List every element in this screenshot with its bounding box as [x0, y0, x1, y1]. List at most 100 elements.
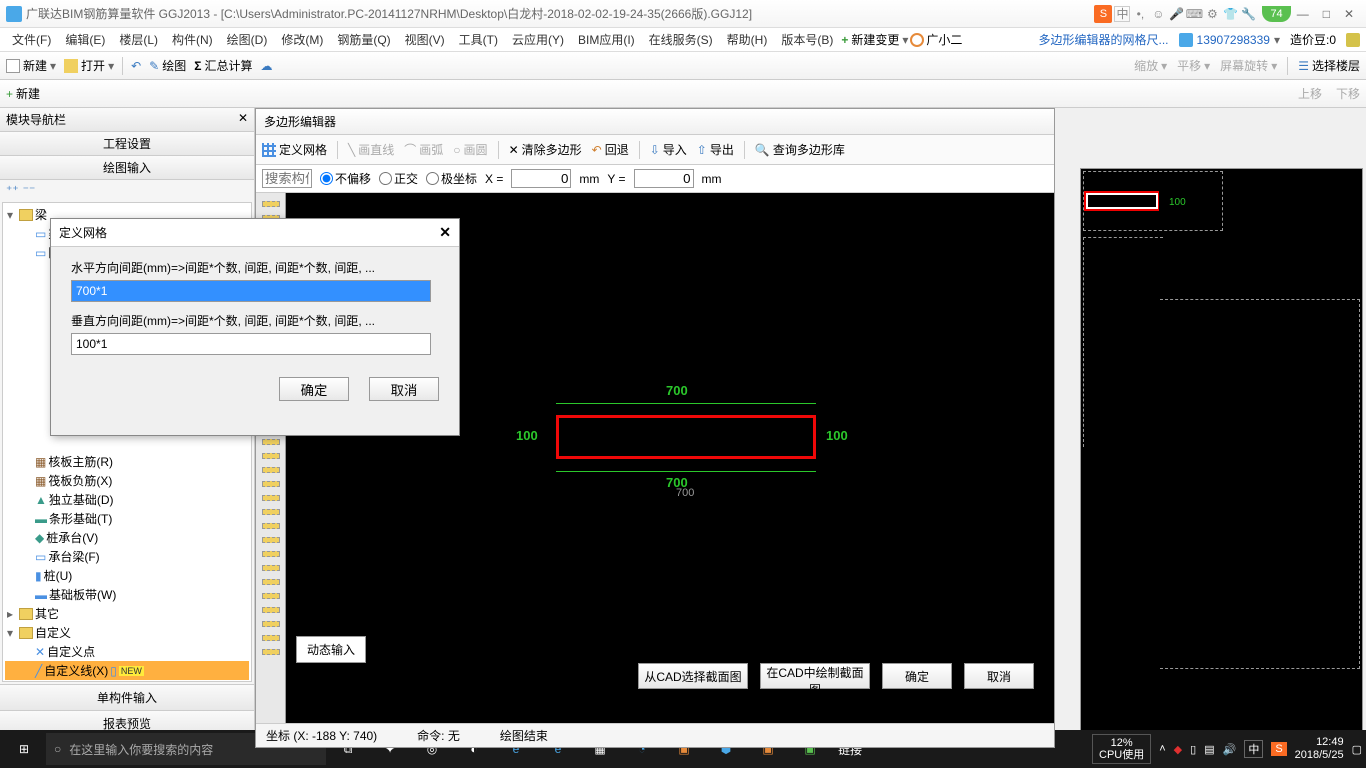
tree-zdy-point[interactable]: ✕自定义点	[5, 642, 249, 661]
menu-help[interactable]: 帮助(H)	[721, 29, 774, 50]
pan-button[interactable]: 平移▾	[1177, 57, 1210, 75]
move-up-button[interactable]: 上移	[1298, 85, 1322, 102]
undo-icon[interactable]: ↶	[131, 59, 141, 73]
h-spacing-input[interactable]	[71, 280, 431, 302]
menu-edit[interactable]: 编辑(E)	[59, 29, 111, 50]
maximize-button[interactable]: □	[1323, 7, 1330, 21]
ime-lang[interactable]: 中	[1114, 6, 1130, 22]
import-button[interactable]: ⇩导入	[650, 141, 687, 158]
menu-tool[interactable]: 工具(T)	[453, 29, 504, 50]
menu-bim[interactable]: BIM应用(I)	[572, 29, 641, 50]
tray-icon-1[interactable]: ◆	[1174, 743, 1182, 756]
preview-panel[interactable]: 100	[1080, 168, 1363, 743]
opt-no-offset[interactable]: 不偏移	[320, 170, 371, 187]
minimize-button[interactable]: —	[1297, 7, 1309, 21]
user-avatar-icon[interactable]	[910, 33, 924, 47]
new-change-button[interactable]: +新建变更▾	[841, 31, 908, 48]
section-draw-input[interactable]: 绘图输入	[0, 156, 254, 180]
y-input[interactable]	[634, 169, 694, 188]
tray-sound-icon[interactable]: 🔊	[1223, 743, 1237, 756]
menu-rebar[interactable]: 钢筋量(Q)	[331, 29, 396, 50]
ime-gear-icon[interactable]: ⚙	[1204, 6, 1220, 22]
tree-tiaoxing[interactable]: ▬条形基础(T)	[5, 509, 249, 528]
dialog-close-icon[interactable]: ✕	[439, 224, 451, 241]
tree-qita[interactable]: ▸其它	[5, 604, 249, 623]
dialog-ok-button[interactable]: 确定	[279, 377, 349, 401]
ime-keyboard-icon[interactable]: ⌨	[1186, 6, 1202, 22]
export-button[interactable]: ⇧导出	[697, 141, 734, 158]
open-button[interactable]: 打开▾	[64, 57, 114, 74]
tip-link[interactable]: 多边形编辑器的网格尺...	[1039, 31, 1169, 48]
menu-component[interactable]: 构件(N)	[166, 29, 219, 50]
ime-skin-icon[interactable]: 👕	[1222, 6, 1238, 22]
ime-tool-icon[interactable]: 🔧	[1240, 6, 1256, 22]
clear-button[interactable]: ✕清除多边形	[509, 141, 582, 158]
menu-cloud[interactable]: 云应用(Y)	[506, 29, 570, 50]
tray-ime[interactable]: 中	[1244, 740, 1263, 758]
close-button[interactable]: ✕	[1344, 7, 1354, 21]
v-spacing-input[interactable]	[71, 333, 431, 355]
tray-sogou-icon[interactable]: S	[1271, 742, 1286, 756]
x-input[interactable]	[511, 169, 571, 188]
tray-icon-3[interactable]: ▤	[1204, 743, 1214, 756]
tree-zdy-line[interactable]: ╱自定义线(X)▯NEW	[5, 661, 249, 680]
query-button[interactable]: 🔍查询多边形库	[755, 141, 845, 158]
cpu-meter[interactable]: 12%CPU使用	[1092, 734, 1151, 764]
opt-polar[interactable]: 极坐标	[426, 170, 477, 187]
bell-icon[interactable]	[1346, 33, 1360, 47]
sum-button[interactable]: Σ汇总计算	[194, 57, 252, 74]
sub-new-button[interactable]: +新建	[6, 85, 40, 102]
tree-zhuangcheng[interactable]: ◆桩承台(V)	[5, 528, 249, 547]
footer-single-input[interactable]: 单构件输入	[0, 684, 254, 710]
draw-arc-button[interactable]: ⌒画弧	[404, 141, 443, 158]
rotate-button[interactable]: 屏幕旋转▾	[1220, 57, 1277, 75]
nav-close-icon[interactable]: ✕	[238, 111, 248, 128]
menu-view[interactable]: 视图(V)	[399, 29, 451, 50]
draw-button[interactable]: ✎绘图	[149, 57, 186, 74]
ime-main-icon[interactable]: S	[1094, 5, 1112, 23]
notif-badge[interactable]: 74	[1262, 6, 1290, 22]
ime-smile-icon[interactable]: ☺	[1150, 6, 1166, 22]
ime-punct-icon[interactable]: •,	[1132, 6, 1148, 22]
back-button[interactable]: ↶回退	[592, 141, 629, 158]
cad-select-button[interactable]: 从CAD选择截面图	[638, 663, 748, 689]
tree-jichu[interactable]: ▬基础板带(W)	[5, 585, 249, 604]
tray-icon-2[interactable]: ▯	[1190, 743, 1196, 756]
draw-line-button[interactable]: ╲画直线	[348, 141, 394, 158]
nav-tb-add-icon[interactable]: ⁺⁺	[6, 183, 19, 197]
menu-version[interactable]: 版本号(B)	[775, 29, 839, 50]
tree-zidingyi[interactable]: ▾自定义	[5, 623, 249, 642]
opt-ortho[interactable]: 正交	[379, 170, 418, 187]
poly-cancel-button[interactable]: 取消	[964, 663, 1034, 689]
ime-mic-icon[interactable]: 🎤	[1168, 6, 1184, 22]
draw-circle-button[interactable]: ○画圆	[453, 141, 487, 158]
start-button[interactable]: ⊞	[4, 730, 44, 768]
tree-zhuang[interactable]: ▮桩(U)	[5, 566, 249, 585]
clock[interactable]: 12:492018/5/25	[1295, 736, 1344, 762]
cloud-icon[interactable]: ☁	[260, 59, 272, 73]
menu-draw[interactable]: 绘图(D)	[221, 29, 274, 50]
tree-item-row[interactable]: ▦核板主筋(R)	[5, 452, 249, 471]
cad-draw-button[interactable]: 在CAD中绘制截面图	[760, 663, 870, 689]
nav-tb-remove-icon[interactable]: ⁻⁻	[23, 183, 36, 197]
tray-up-icon[interactable]: ˄	[1159, 743, 1165, 755]
move-down-button[interactable]: 下移	[1336, 85, 1360, 102]
menu-modify[interactable]: 修改(M)	[275, 29, 329, 50]
notif-center-icon[interactable]: ▢	[1352, 743, 1362, 756]
section-project[interactable]: 工程设置	[0, 132, 254, 156]
menu-floor[interactable]: 楼层(L)	[113, 29, 164, 50]
define-grid-button[interactable]: 定义网格	[262, 141, 327, 158]
phone-link[interactable]: 13907298339	[1197, 33, 1270, 47]
new-button[interactable]: 新建▾	[6, 57, 56, 74]
select-floor-button[interactable]: ☰选择楼层	[1298, 57, 1360, 75]
tree-zdy-face[interactable]: ▨自定义面	[5, 680, 249, 682]
tree-duli[interactable]: ▲独立基础(D)	[5, 490, 249, 509]
search-component-input[interactable]	[262, 169, 312, 188]
menu-file[interactable]: 文件(F)	[6, 29, 57, 50]
poly-ok-button[interactable]: 确定	[882, 663, 952, 689]
zoom-button[interactable]: 缩放▾	[1134, 57, 1167, 75]
tree-chengtailiang[interactable]: ▭承台梁(F)	[5, 547, 249, 566]
dynamic-input-button[interactable]: 动态输入	[296, 636, 366, 663]
dialog-cancel-button[interactable]: 取消	[369, 377, 439, 401]
menu-online[interactable]: 在线服务(S)	[643, 29, 719, 50]
